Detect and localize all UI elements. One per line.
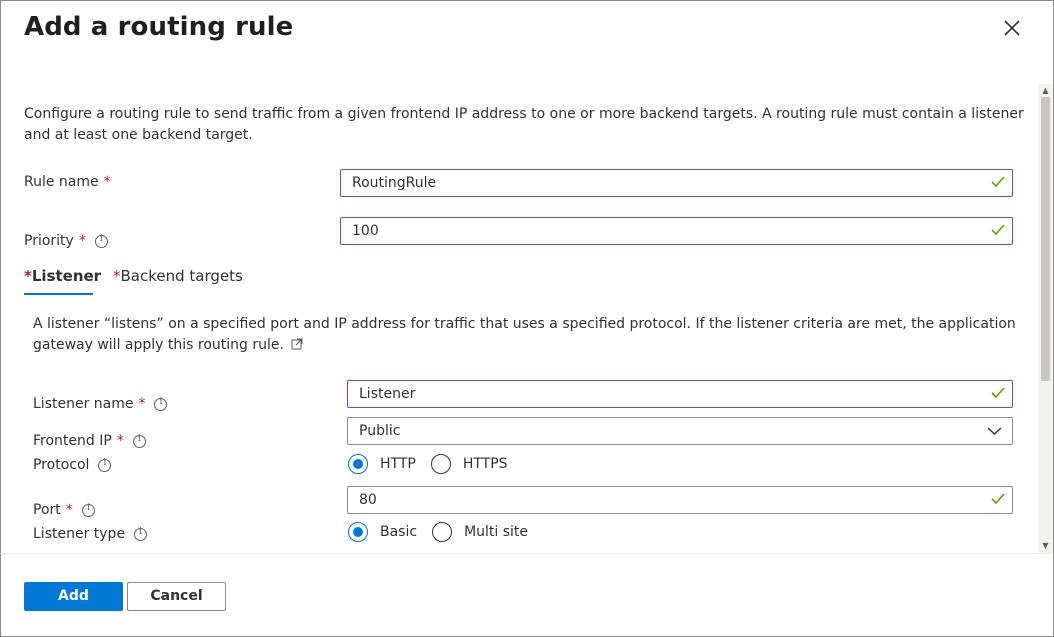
tab-required-star: *: [24, 267, 32, 285]
info-icon[interactable]: [94, 234, 108, 248]
protocol-option-http[interactable]: HTTP: [348, 454, 416, 474]
listener-description-text: A listener “listens” on a specified port…: [33, 316, 1016, 353]
cancel-button[interactable]: Cancel: [127, 582, 226, 611]
chevron-down-icon: [987, 427, 1002, 435]
info-icon[interactable]: [81, 503, 95, 517]
frontend-ip-label-text: Frontend IP: [33, 433, 112, 449]
protocol-label-text: Protocol: [33, 457, 90, 473]
frontend-ip-value: Public: [359, 423, 401, 439]
listener-name-label-text: Listener name: [33, 396, 134, 412]
info-icon[interactable]: [134, 527, 148, 541]
listener-description: A listener “listens” on a specified port…: [33, 314, 1023, 356]
valid-check-icon: [991, 224, 1005, 236]
protocol-option-label: HTTP: [380, 456, 416, 472]
listener-type-option-multi-site[interactable]: Multi site: [432, 522, 528, 542]
scrollbar-thumb[interactable]: [1041, 97, 1050, 381]
priority-label: Priority *: [24, 233, 108, 249]
listener-name-label: Listener name *: [33, 396, 168, 412]
priority-value: 100: [352, 223, 379, 239]
tab-selected-indicator: [24, 293, 93, 295]
rule-name-label-text: Rule name: [24, 174, 99, 190]
protocol-option-https[interactable]: HTTPS: [430, 454, 508, 474]
frontend-ip-label: Frontend IP *: [33, 433, 146, 449]
footer-divider: [0, 553, 1052, 554]
required-asterisk: *: [65, 502, 73, 518]
scroll-up-arrow-icon[interactable]: ▲: [1039, 84, 1052, 97]
radio-button[interactable]: [432, 522, 453, 542]
rule-name-value: RoutingRule: [352, 175, 437, 191]
tab-required-star: *: [113, 267, 121, 285]
valid-check-icon: [991, 387, 1005, 399]
rule-name-input[interactable]: RoutingRule: [340, 169, 1013, 197]
valid-check-icon: [991, 493, 1005, 505]
tab-listener[interactable]: *Listener: [24, 267, 101, 285]
listener-name-input[interactable]: Listener: [347, 380, 1013, 408]
protocol-radio-group: HTTP HTTPS: [348, 454, 523, 474]
tab-backend-targets-label: Backend targets: [120, 267, 243, 285]
required-asterisk: *: [116, 433, 124, 449]
port-label-text: Port: [33, 502, 61, 518]
close-icon[interactable]: [1001, 17, 1023, 39]
port-value: 80: [359, 492, 377, 508]
external-link-icon[interactable]: [291, 338, 303, 350]
priority-label-text: Priority: [24, 233, 74, 249]
info-icon[interactable]: [154, 397, 168, 411]
scroll-down-arrow-icon[interactable]: ▼: [1039, 539, 1052, 552]
rule-name-label: Rule name *: [24, 174, 111, 190]
listener-type-label: Listener type: [33, 526, 148, 542]
required-asterisk: *: [78, 233, 86, 249]
protocol-option-label: HTTPS: [462, 456, 508, 472]
tab-backend-targets[interactable]: *Backend targets: [113, 267, 243, 285]
protocol-label: Protocol: [33, 457, 112, 473]
port-input[interactable]: 80: [347, 486, 1013, 514]
listener-type-option-label: Basic: [380, 524, 418, 540]
tab-listener-label: Listener: [31, 267, 102, 285]
port-label: Port *: [33, 502, 95, 518]
required-asterisk: *: [138, 396, 146, 412]
listener-type-option-label: Multi site: [464, 524, 529, 540]
radio-button-selected[interactable]: [348, 454, 368, 474]
radio-button-selected[interactable]: [348, 522, 368, 542]
add-button[interactable]: Add: [24, 582, 123, 611]
listener-type-label-text: Listener type: [33, 526, 126, 542]
priority-input[interactable]: 100: [340, 217, 1013, 245]
info-icon[interactable]: [132, 434, 146, 448]
listener-type-option-basic[interactable]: Basic: [348, 522, 417, 542]
info-icon[interactable]: [98, 458, 112, 472]
valid-check-icon: [991, 176, 1005, 188]
dialog-title: Add a routing rule: [24, 12, 294, 42]
required-asterisk: *: [103, 174, 111, 190]
listener-name-value: Listener: [359, 386, 416, 402]
frontend-ip-dropdown[interactable]: Public: [347, 417, 1013, 445]
dialog-description: Configure a routing rule to send traffic…: [24, 106, 1024, 143]
radio-button[interactable]: [430, 454, 451, 474]
listener-type-radio-group: Basic Multi site: [348, 522, 543, 542]
